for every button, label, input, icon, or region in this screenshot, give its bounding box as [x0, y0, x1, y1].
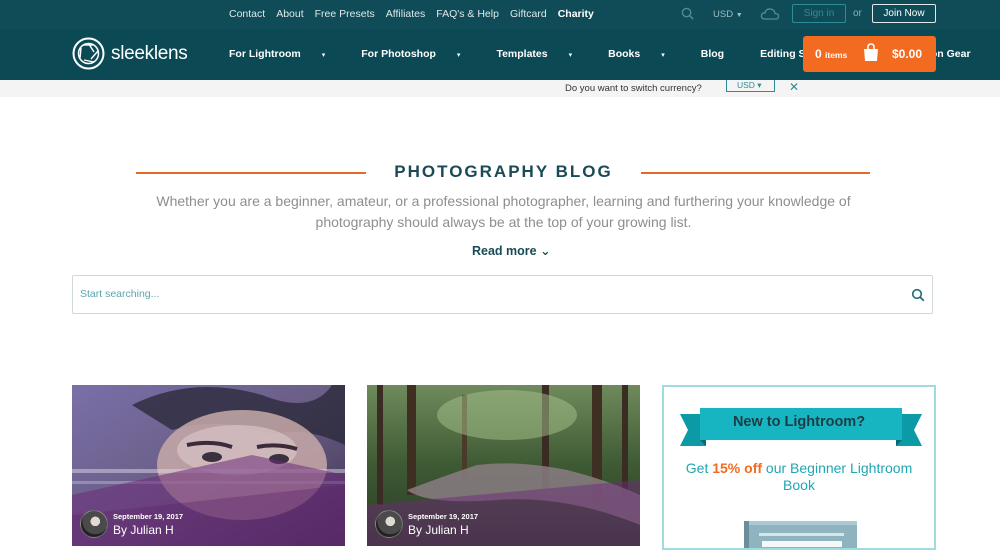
logo[interactable]: sleeklens	[72, 37, 188, 70]
search-icon[interactable]	[681, 7, 694, 20]
currency-question: Do you want to switch currency?	[565, 83, 702, 94]
post-author[interactable]: By Julian H	[408, 523, 478, 537]
post-meta: September 19, 2017 By Julian H	[375, 510, 478, 538]
blog-description: Whether you are a beginner, amateur, or …	[156, 193, 851, 230]
close-icon[interactable]: ✕	[789, 80, 799, 94]
nav-item-label: Templates	[496, 48, 548, 60]
caret-down-icon: ▾	[661, 52, 665, 59]
currency-switch-bar: Do you want to switch currency? USD ▾ ✕	[0, 80, 1000, 97]
nav-item-for-photoshop[interactable]: For Photoshop ▾	[361, 48, 478, 60]
title-divider-right	[641, 172, 870, 174]
post-author[interactable]: By Julian H	[113, 523, 183, 537]
cart-button[interactable]: 0 items $0.00	[803, 36, 936, 72]
post-meta-text: September 19, 2017 By Julian H	[113, 512, 183, 537]
avatar[interactable]	[375, 510, 403, 538]
top-link-free-presets[interactable]: Free Presets	[315, 8, 375, 20]
cloud-icon[interactable]	[760, 7, 780, 21]
top-link-charity[interactable]: Charity	[558, 8, 594, 20]
currency-switch-select[interactable]: USD ▾	[726, 80, 775, 92]
caret-down-icon: ▾	[321, 52, 326, 59]
promo-text: Get 15% off our Beginner Lightroom Book	[684, 460, 914, 494]
promo-discount: 15% off	[712, 460, 763, 476]
post-date: September 19, 2017	[408, 511, 479, 521]
nav-item-templates[interactable]: Templates ▾	[496, 48, 590, 60]
post-date: September 19, 2017	[113, 511, 184, 521]
promo-text-before: Get	[685, 460, 713, 476]
nav-item-label: Blog	[700, 48, 725, 60]
search-input[interactable]	[80, 288, 880, 300]
book-cover-image	[744, 521, 857, 548]
nav-item-blog[interactable]: Blog	[701, 48, 742, 60]
aperture-logo-icon	[72, 37, 105, 70]
nav-item-label: Books	[608, 48, 641, 60]
join-now-button[interactable]: Join Now	[872, 4, 936, 23]
currency-value: USD	[713, 9, 734, 20]
or-label: or	[853, 8, 862, 19]
search-box	[72, 275, 933, 314]
avatar[interactable]	[80, 510, 108, 538]
logo-text: sleeklens	[111, 42, 188, 64]
chevron-down-icon: ▼	[735, 12, 743, 19]
top-links: Contact About Free Presets Affiliates FA…	[229, 8, 605, 20]
post-meta: September 19, 2017 By Julian H	[80, 510, 183, 538]
currency-selector[interactable]: USD ▼	[713, 9, 743, 20]
nav-item-for-lightroom[interactable]: For Lightroom ▾	[229, 48, 343, 60]
page-title: PHOTOGRAPHY BLOG	[394, 162, 613, 181]
caret-down-icon: ▾	[456, 52, 461, 59]
top-link-affiliates[interactable]: Affiliates	[386, 8, 426, 20]
main-nav: sleeklens For Lightroom ▾ For Photoshop ▾ …	[0, 29, 1000, 80]
search-icon[interactable]	[911, 288, 925, 302]
promo-title: New to Lightroom?	[732, 414, 866, 430]
sign-in-button[interactable]: Sign in	[792, 4, 846, 23]
cart-count-number: 0	[815, 47, 822, 61]
post-card[interactable]: September 19, 2017 By Julian H	[367, 385, 640, 546]
post-card[interactable]: September 19, 2017 By Julian H	[72, 385, 345, 546]
cart-items-label: items	[825, 50, 848, 60]
caret-down-icon: ▾	[568, 52, 573, 59]
promo-text-after: our Beginner Lightroom Book	[762, 460, 913, 493]
top-link-about[interactable]: About	[276, 8, 303, 20]
post-meta-text: September 19, 2017 By Julian H	[408, 512, 478, 537]
nav-item-label: For Photoshop	[361, 48, 436, 60]
read-more-link[interactable]: Read more ⌄	[472, 243, 551, 258]
cart-total: $0.00	[892, 47, 923, 61]
title-divider-left	[136, 172, 366, 174]
nav-item-books[interactable]: Books ▾	[608, 48, 683, 60]
top-link-faq[interactable]: FAQ's & Help	[436, 8, 499, 20]
shopping-bag-icon	[864, 43, 878, 61]
cart-count: 0 items	[815, 47, 847, 61]
top-bar: Contact About Free Presets Affiliates FA…	[0, 0, 1000, 29]
top-link-giftcard[interactable]: Giftcard	[510, 8, 547, 20]
lightroom-book-promo[interactable]: New to Lightroom? Get 15% off our Beginn…	[662, 385, 936, 550]
nav-item-label: For Lightroom	[229, 48, 301, 60]
top-link-contact[interactable]: Contact	[229, 8, 265, 20]
